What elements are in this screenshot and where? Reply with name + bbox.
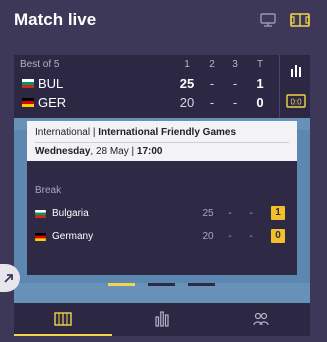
- competition-label: International Friendly Games: [98, 127, 237, 138]
- carousel-dot-2[interactable]: [148, 283, 175, 286]
- stats-icon: [155, 311, 169, 327]
- set-2-score: -: [228, 231, 232, 242]
- carousel-dot-3[interactable]: [188, 283, 215, 286]
- score-table: Best of 5 1 2 3 T BUL 25 - - 1 GER 20 - …: [14, 55, 277, 118]
- set-2-score: -: [209, 95, 215, 110]
- total-header: T: [256, 59, 264, 70]
- set-3-score: -: [249, 231, 253, 242]
- team-row-away: GER 20 - - 0: [14, 94, 277, 112]
- scoreboard-icon[interactable]: 0:0: [286, 93, 306, 109]
- set-3-score: -: [232, 95, 238, 110]
- match-field: International | International Friendly G…: [0, 118, 310, 303]
- set-1-score: 20: [179, 95, 195, 110]
- team-name: Germany: [52, 231, 94, 242]
- tab-lineups[interactable]: [212, 303, 310, 336]
- tab-pitch[interactable]: [14, 303, 112, 336]
- category-label: International: [35, 127, 91, 138]
- pitch-icon: [54, 312, 72, 326]
- germany-flag-icon: [35, 233, 46, 241]
- monitor-icon[interactable]: [258, 12, 278, 28]
- set-3-score: -: [232, 76, 238, 91]
- page-title: Match live: [14, 10, 97, 29]
- team-name: BUL: [38, 76, 64, 91]
- popup-team-row-away: Germany 20 - - 0: [27, 228, 297, 246]
- lineups-icon: [253, 312, 269, 326]
- set-2-header: 2: [209, 59, 215, 70]
- divider: [35, 142, 289, 143]
- total-score: 1: [256, 76, 264, 91]
- set-1-score: 25: [179, 76, 195, 91]
- total-score-badge: 0: [271, 229, 285, 243]
- set-3-score: -: [249, 208, 253, 219]
- team-name: Bulgaria: [52, 208, 89, 219]
- separator: |: [92, 127, 96, 138]
- separator: |: [131, 146, 135, 157]
- expand-arrow-icon: [4, 274, 13, 283]
- bulgaria-flag-icon: [35, 210, 46, 218]
- match-status: Break: [35, 185, 62, 196]
- set-1-score: 20: [202, 231, 214, 242]
- competition-line: International | International Friendly G…: [35, 127, 236, 138]
- team-name: GER: [38, 95, 67, 110]
- set-3-header: 3: [232, 59, 238, 70]
- total-score: 0: [256, 95, 264, 110]
- bottom-nav: [14, 303, 310, 336]
- set-1-score: 25: [202, 208, 214, 219]
- scoreboard-icon-text: 0:0: [290, 98, 302, 107]
- set-1-header: 1: [184, 59, 190, 70]
- match-live-widget: Match live Best of 5 1 2 3 T BUL 25 - - …: [0, 0, 327, 342]
- time-label: 17:00: [136, 146, 163, 157]
- set-2-score: -: [209, 76, 215, 91]
- carousel-indicators: [108, 283, 218, 289]
- date-label: , 28 May: [90, 146, 129, 157]
- germany-flag-icon: [22, 98, 34, 107]
- carousel-dot-1[interactable]: [108, 283, 135, 286]
- bulgaria-flag-icon: [22, 79, 34, 88]
- date-line: Wednesday, 28 May | 17:00: [35, 146, 163, 157]
- popup-team-row-home: Bulgaria 25 - - 1: [27, 205, 297, 223]
- widget-header: Match live: [0, 0, 327, 42]
- scoreboard-side-actions: 0:0: [279, 55, 310, 118]
- total-score-badge: 1: [271, 206, 285, 220]
- match-info-header: International | International Friendly G…: [27, 121, 297, 161]
- match-format: Best of 5: [20, 59, 60, 70]
- pitch-icon[interactable]: [290, 12, 310, 28]
- match-info-popup: International | International Friendly G…: [27, 121, 297, 275]
- set-2-score: -: [228, 208, 232, 219]
- weekday-label: Wednesday: [35, 146, 91, 157]
- team-row-home: BUL 25 - - 1: [14, 75, 277, 93]
- stats-icon[interactable]: [286, 63, 306, 79]
- scoreboard-panel: Best of 5 1 2 3 T BUL 25 - - 1 GER 20 - …: [14, 55, 310, 118]
- tab-stats[interactable]: [113, 303, 211, 336]
